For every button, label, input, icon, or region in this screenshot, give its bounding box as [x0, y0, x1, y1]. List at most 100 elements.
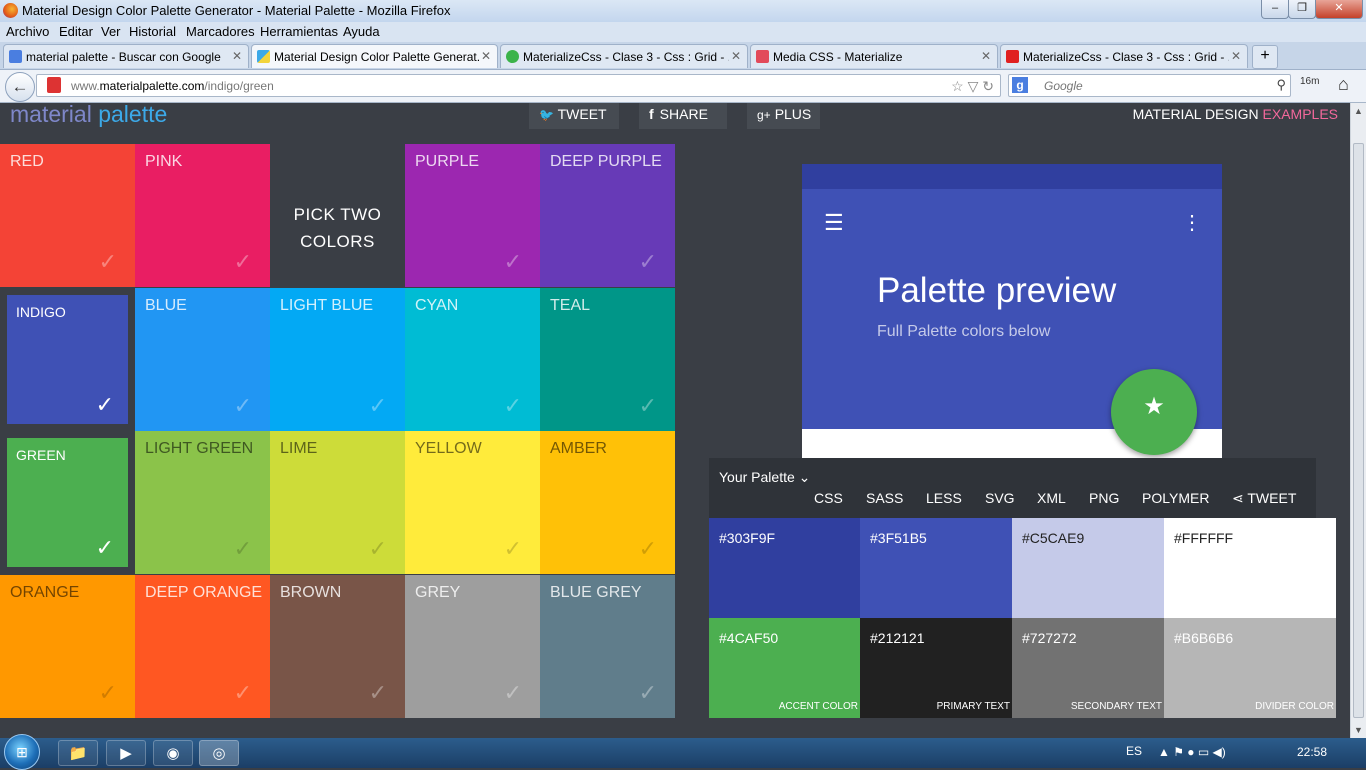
color-tile-grey[interactable]: GREY ✓ — [405, 574, 540, 718]
export-png[interactable]: PNG — [1089, 490, 1119, 506]
scroll-up-icon[interactable]: ▲ — [1354, 106, 1363, 116]
color-tile-amber[interactable]: AMBER ✓ — [540, 431, 675, 574]
url-host: materialpalette.com — [99, 79, 205, 93]
menu-marcadores[interactable]: Marcadores — [186, 24, 255, 39]
color-tile-cyan[interactable]: CYAN ✓ — [405, 287, 540, 431]
bookmark-star-icon[interactable]: ☆ ▽ ↻ — [951, 78, 994, 95]
export-sass[interactable]: SASS — [866, 490, 903, 506]
menu-editar[interactable]: Editar — [59, 24, 93, 39]
color-tile-light-green[interactable]: LIGHT GREEN ✓ — [135, 431, 270, 574]
tweet-button[interactable]: 🐦 TWEET — [529, 103, 619, 129]
close-window-button[interactable]: ✕ — [1315, 0, 1363, 19]
more-vert-icon[interactable]: ⋮ — [1182, 210, 1202, 235]
tray-icons[interactable]: ▲ ⚑ ● ▭ ◀) — [1158, 745, 1226, 759]
tab-materializecss-2[interactable]: MaterializeCss - Clase 3 - Css : Grid - … — [1000, 44, 1248, 68]
start-button[interactable]: ⊞ — [4, 734, 40, 770]
star-fab-button[interactable]: ★ — [1111, 369, 1197, 455]
tab-google-search[interactable]: material palette - Buscar con Google ✕ — [3, 44, 249, 68]
palette-swatch[interactable]: #B6B6B6 DIVIDER COLOR — [1164, 618, 1336, 718]
tab-close-icon[interactable]: ✕ — [981, 49, 991, 63]
color-tile-label: LIGHT BLUE — [280, 296, 374, 314]
menu-historial[interactable]: Historial — [129, 24, 176, 39]
color-tile-teal[interactable]: TEAL ✓ — [540, 287, 675, 431]
search-input[interactable]: Google — [1044, 79, 1083, 93]
chrome-taskbar-icon[interactable]: ◉ — [153, 740, 193, 766]
swatch-hex: #303F9F — [719, 530, 776, 546]
media-player-taskbar-icon[interactable]: ▶ — [106, 740, 146, 766]
color-tile-brown[interactable]: BROWN ✓ — [270, 574, 405, 718]
new-tab-button[interactable]: + — [1252, 45, 1278, 69]
color-tile-purple[interactable]: PURPLE ✓ — [405, 144, 540, 287]
chevron-down-icon: ⌄ — [798, 469, 811, 485]
tab-close-icon[interactable]: ✕ — [1231, 49, 1241, 63]
download-indicator[interactable]: 16m — [1300, 76, 1319, 87]
google-engine-icon[interactable]: g — [1012, 77, 1028, 93]
swatch-role-label: SECONDARY TEXT — [1070, 701, 1162, 712]
addon-icon[interactable] — [47, 77, 61, 93]
color-tile-blue[interactable]: BLUE ✓ — [135, 287, 270, 431]
tab-close-icon[interactable]: ✕ — [481, 49, 491, 63]
scroll-thumb[interactable] — [1353, 143, 1364, 718]
menu-ver[interactable]: Ver — [101, 24, 121, 39]
search-icon[interactable]: ⚲ — [1276, 77, 1286, 93]
url-prefix: www. — [71, 79, 100, 93]
tab-media-css[interactable]: Media CSS - Materialize ✕ — [750, 44, 998, 68]
minimize-button[interactable]: – — [1261, 0, 1289, 19]
home-icon[interactable]: ⌂ — [1338, 74, 1349, 95]
firefox-icon — [3, 3, 18, 18]
share-button[interactable]: f SHARE — [639, 103, 727, 129]
google-plus-icon: g+ — [757, 108, 771, 122]
color-tile-pink[interactable]: PINK ✓ — [135, 144, 270, 287]
export-less[interactable]: LESS — [926, 490, 962, 506]
export-css[interactable]: CSS — [814, 490, 843, 506]
back-button[interactable]: ← — [5, 72, 35, 102]
plus-button[interactable]: g+ PLUS — [747, 103, 820, 129]
color-tile-green[interactable]: GREEN ✓ — [0, 431, 135, 574]
palette-tweet-button[interactable]: ⋖ TWEET — [1232, 490, 1296, 507]
color-tile-blue-grey[interactable]: BLUE GREY ✓ — [540, 574, 675, 718]
export-svg[interactable]: SVG — [985, 490, 1015, 506]
swatch-role-label: ACCENT COLOR — [778, 701, 858, 712]
vertical-scrollbar[interactable]: ▲ ▼ — [1350, 103, 1366, 738]
url-bar[interactable]: www.materialpalette.com/indigo/green ☆ ▽… — [36, 74, 1001, 97]
menu-ayuda[interactable]: Ayuda — [343, 24, 380, 39]
tab-materializecss-1[interactable]: MaterializeCss - Clase 3 - Css : Grid - … — [500, 44, 748, 68]
check-icon: ✓ — [368, 536, 387, 561]
palette-swatch[interactable]: #3F51B5 — [860, 518, 1012, 618]
explorer-taskbar-icon[interactable]: 📁 — [58, 740, 98, 766]
palette-swatch[interactable]: #4CAF50 ACCENT COLOR — [709, 618, 860, 718]
clock[interactable]: 22:58 — [1297, 745, 1327, 759]
color-tile-orange[interactable]: ORANGE ✓ — [0, 574, 135, 718]
your-palette-dropdown[interactable]: Your Palette ⌄ — [719, 469, 810, 486]
color-tile-yellow[interactable]: YELLOW ✓ — [405, 431, 540, 574]
palette-swatch[interactable]: #727272 SECONDARY TEXT — [1012, 618, 1164, 718]
palette-swatch[interactable]: #303F9F — [709, 518, 860, 618]
scroll-down-icon[interactable]: ▼ — [1354, 725, 1363, 735]
palette-swatch[interactable]: #C5CAE9 — [1012, 518, 1164, 618]
tab-close-icon[interactable]: ✕ — [232, 49, 242, 63]
export-polymer[interactable]: POLYMER — [1142, 490, 1209, 506]
color-tile-lime[interactable]: LIME ✓ — [270, 431, 405, 574]
brand-logo[interactable]: material palette — [10, 103, 167, 128]
hamburger-menu-icon[interactable]: ☰ — [824, 210, 844, 236]
material-design-examples-link[interactable]: MATERIAL DESIGN EXAMPLES — [1133, 106, 1338, 122]
export-xml[interactable]: XML — [1037, 490, 1066, 506]
menu-archivo[interactable]: Archivo — [6, 24, 49, 39]
tab-material-palette[interactable]: Material Design Color Palette Generat...… — [251, 44, 498, 68]
preview-title: Palette preview — [877, 271, 1117, 310]
menu-herramientas[interactable]: Herramientas — [260, 24, 338, 39]
tab-bar: material palette - Buscar con Google ✕ M… — [0, 42, 1366, 70]
firefox-taskbar-icon[interactable]: ◎ — [199, 740, 239, 766]
color-tile-red[interactable]: RED ✓ — [0, 144, 135, 287]
color-tile-deep-orange[interactable]: DEEP ORANGE ✓ — [135, 574, 270, 718]
maximize-button[interactable]: ❐ — [1288, 0, 1316, 19]
color-tile-indigo[interactable]: INDIGO ✓ — [0, 287, 135, 431]
search-bar[interactable]: g Google ⚲ — [1008, 74, 1291, 97]
palette-swatch[interactable]: #FFFFFF — [1164, 518, 1336, 618]
palette-swatch[interactable]: #212121 PRIMARY TEXT — [860, 618, 1012, 718]
color-tile-deep-purple[interactable]: DEEP PURPLE ✓ — [540, 144, 675, 287]
color-tile-light-blue[interactable]: LIGHT BLUE ✓ — [270, 287, 405, 431]
tab-close-icon[interactable]: ✕ — [731, 49, 741, 63]
tab-label: material palette - Buscar con Google — [26, 50, 221, 64]
language-indicator[interactable]: ES — [1126, 744, 1142, 758]
